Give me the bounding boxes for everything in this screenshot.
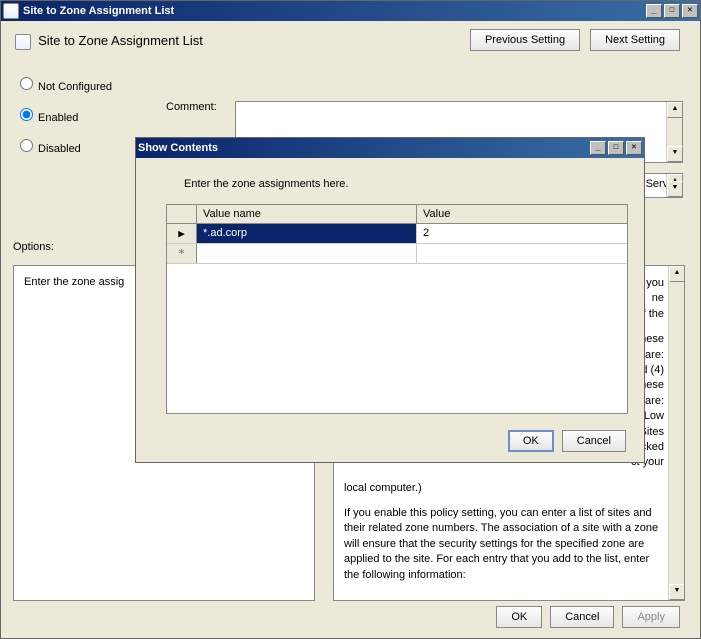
grid-header: Value name Value [167, 205, 627, 224]
dialog-title: Show Contents [138, 142, 590, 154]
scroll-up-icon[interactable]: ▲ [669, 266, 685, 282]
scroll-down-icon[interactable]: ▼ [667, 181, 683, 197]
cell-value[interactable] [417, 244, 627, 263]
options-label: Options: [13, 241, 54, 253]
close-button[interactable]: ✕ [682, 4, 698, 18]
ok-button[interactable]: OK [496, 606, 542, 628]
cell-value-name[interactable]: *.ad.corp [197, 224, 417, 243]
dialog-cancel-button[interactable]: Cancel [562, 430, 626, 452]
previous-setting-button[interactable]: Previous Setting [470, 29, 580, 51]
grid-corner [167, 205, 197, 223]
cell-value[interactable]: 2 [417, 224, 627, 243]
next-setting-button[interactable]: Next Setting [590, 29, 680, 51]
scroll-up-icon[interactable]: ▲ [667, 102, 683, 118]
scroll-down-icon[interactable]: ▼ [669, 584, 685, 600]
apply-button[interactable]: Apply [622, 606, 680, 628]
policy-icon [3, 3, 19, 19]
dialog-buttons: OK Cancel [508, 430, 626, 452]
nav-buttons: Previous Setting Next Setting [470, 29, 680, 51]
radio-not-configured[interactable]: Not Configured [15, 74, 686, 93]
table-row-new[interactable]: * [167, 244, 627, 264]
show-contents-dialog: Show Contents _ ☐ ✕ Enter the zone assig… [135, 137, 645, 463]
scroll-down-icon[interactable]: ▼ [667, 146, 683, 162]
table-row[interactable]: ▶ *.ad.corp 2 [167, 224, 627, 244]
maximize-button[interactable]: ☐ [664, 4, 680, 18]
dialog-ok-button[interactable]: OK [508, 430, 554, 452]
options-text: Enter the zone assig [24, 276, 124, 288]
close-button[interactable]: ✕ [626, 141, 642, 155]
cancel-button[interactable]: Cancel [550, 606, 614, 628]
supported-scrollbar[interactable]: ▲ ▼ [666, 174, 682, 197]
row-indicator-icon: ▶ [167, 224, 197, 243]
main-titlebar: Site to Zone Assignment List _ ☐ ✕ [1, 1, 700, 21]
radio-disabled-input[interactable] [20, 139, 33, 152]
help-scrollbar[interactable]: ▲ ▼ [668, 266, 684, 600]
col-value[interactable]: Value [417, 205, 627, 223]
window-title: Site to Zone Assignment List [23, 5, 646, 17]
dialog-window-controls: _ ☐ ✕ [590, 141, 642, 155]
new-row-icon: * [167, 244, 197, 263]
window-controls: _ ☐ ✕ [646, 4, 698, 18]
dialog-prompt: Enter the zone assignments here. [184, 178, 628, 190]
maximize-button[interactable]: ☐ [608, 141, 624, 155]
dialog-titlebar: Show Contents _ ☐ ✕ [136, 138, 644, 158]
minimize-button[interactable]: _ [646, 4, 662, 18]
bottom-buttons: OK Cancel Apply [496, 606, 680, 628]
comment-label: Comment: [166, 101, 217, 113]
radio-enabled-input[interactable] [20, 108, 33, 121]
zone-grid[interactable]: Value name Value ▶ *.ad.corp 2 * [166, 204, 628, 414]
col-value-name[interactable]: Value name [197, 205, 417, 223]
cell-value-name[interactable] [197, 244, 417, 263]
page-title: Site to Zone Assignment List [38, 33, 203, 48]
policy-icon [15, 34, 31, 50]
minimize-button[interactable]: _ [590, 141, 606, 155]
radio-not-configured-input[interactable] [20, 77, 33, 90]
comment-scrollbar[interactable]: ▲ ▼ [666, 102, 682, 162]
